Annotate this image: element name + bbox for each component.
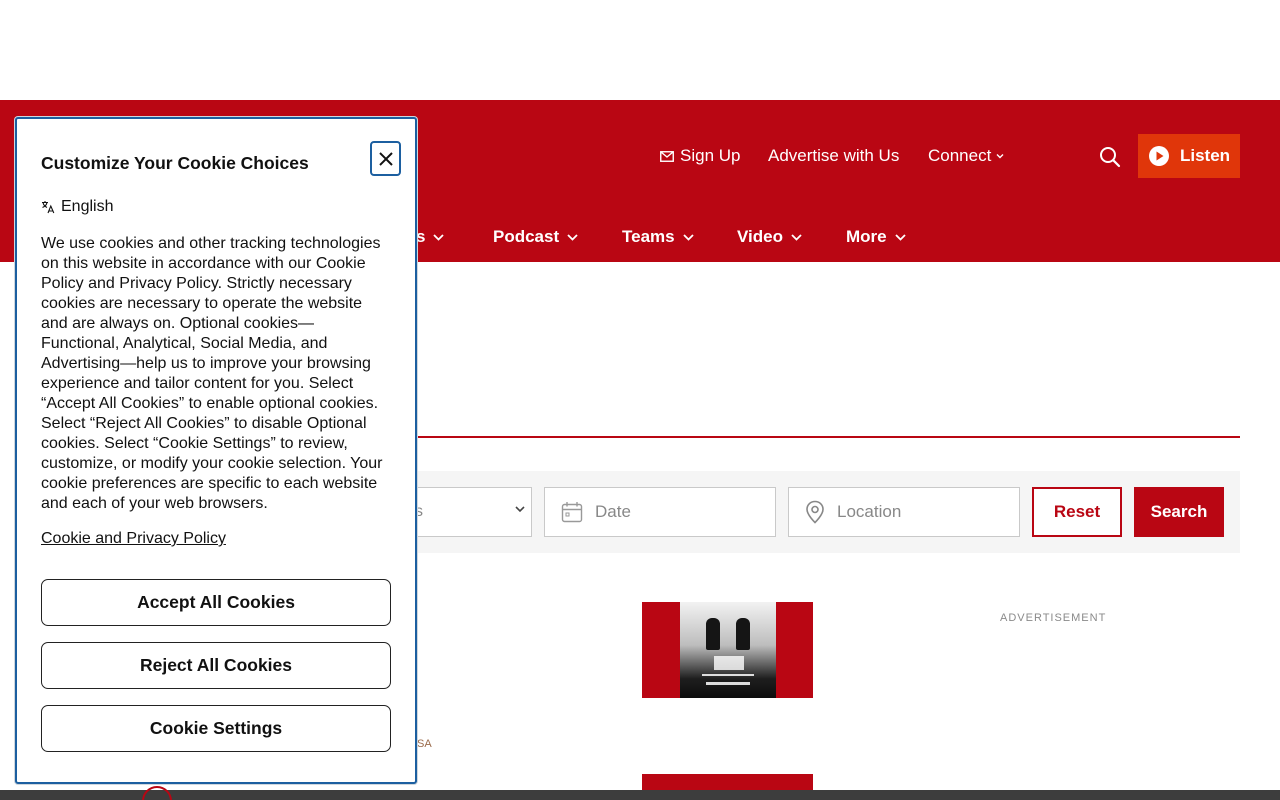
language-selector[interactable]: English bbox=[41, 198, 113, 216]
mail-icon bbox=[660, 150, 674, 162]
cookie-description: We use cookies and other tracking techno… bbox=[41, 235, 383, 512]
date-placeholder: Date bbox=[595, 502, 631, 521]
advertisement-label: ADVERTISEMENT bbox=[1000, 612, 1107, 624]
nav-item-partial[interactable]: s bbox=[416, 220, 445, 254]
share-icon[interactable] bbox=[142, 786, 172, 800]
reset-button[interactable]: Reset bbox=[1032, 487, 1122, 537]
nav-item-label: Podcast bbox=[493, 227, 560, 246]
connect-label: Connect bbox=[928, 146, 992, 165]
sign-up-link[interactable]: Sign Up bbox=[660, 134, 740, 178]
location-pin-icon bbox=[806, 500, 824, 524]
cookie-settings-button[interactable]: Cookie Settings bbox=[41, 705, 391, 752]
nav-item-label: s bbox=[416, 227, 426, 246]
language-label: English bbox=[61, 198, 114, 215]
listen-label: Listen bbox=[1179, 146, 1231, 165]
event-snippet-text: SA bbox=[417, 738, 432, 750]
bottom-bar bbox=[0, 790, 1280, 800]
advertise-link[interactable]: Advertise with Us bbox=[768, 134, 899, 178]
chevron-down-icon bbox=[996, 154, 1004, 159]
advertise-label: Advertise with Us bbox=[768, 146, 900, 165]
nav-item-video[interactable]: Video bbox=[737, 220, 802, 254]
section-divider bbox=[416, 436, 1240, 438]
nav-item-teams[interactable]: Teams bbox=[622, 220, 694, 254]
connect-dropdown[interactable]: Connect bbox=[928, 134, 1004, 178]
accept-all-cookies-button[interactable]: Accept All Cookies bbox=[41, 579, 391, 626]
search-submit-button[interactable]: Search bbox=[1134, 487, 1224, 537]
chevron-down-icon bbox=[567, 233, 578, 241]
chevron-down-icon bbox=[433, 233, 445, 241]
nav-item-label: Video bbox=[737, 227, 783, 246]
event-poster-image bbox=[680, 602, 776, 698]
location-field[interactable]: Location bbox=[788, 487, 1020, 537]
chevron-down-icon bbox=[894, 233, 906, 241]
cookie-policy-link[interactable]: Cookie and Privacy Policy bbox=[41, 530, 226, 548]
top-blank-area bbox=[0, 0, 1280, 100]
category-select[interactable]: s bbox=[400, 487, 532, 537]
nav-item-podcast[interactable]: Podcast bbox=[493, 220, 578, 254]
search-icon bbox=[1100, 147, 1121, 168]
sign-up-label: Sign Up bbox=[680, 146, 741, 165]
calendar-icon bbox=[561, 502, 583, 523]
event-thumbnail[interactable] bbox=[642, 602, 813, 698]
nav-item-more[interactable]: More bbox=[846, 220, 906, 254]
cookie-dialog-title: Customize Your Cookie Choices bbox=[41, 153, 309, 173]
play-icon bbox=[1148, 146, 1169, 166]
chevron-down-icon bbox=[515, 506, 525, 513]
listen-button[interactable]: Listen bbox=[1138, 134, 1240, 178]
nav-item-label: More bbox=[846, 227, 887, 246]
reject-all-cookies-button[interactable]: Reject All Cookies bbox=[41, 642, 391, 689]
search-button[interactable] bbox=[1097, 144, 1123, 170]
date-field[interactable]: Date bbox=[544, 487, 776, 537]
cookie-consent-dialog: Customize Your Cookie Choices English We… bbox=[15, 117, 417, 784]
nav-item-label: Teams bbox=[622, 227, 675, 246]
location-placeholder: Location bbox=[837, 502, 902, 521]
close-icon bbox=[378, 151, 393, 166]
close-button[interactable] bbox=[370, 141, 401, 176]
chevron-down-icon bbox=[682, 233, 694, 241]
translate-icon bbox=[42, 201, 55, 214]
chevron-down-icon bbox=[791, 233, 802, 241]
